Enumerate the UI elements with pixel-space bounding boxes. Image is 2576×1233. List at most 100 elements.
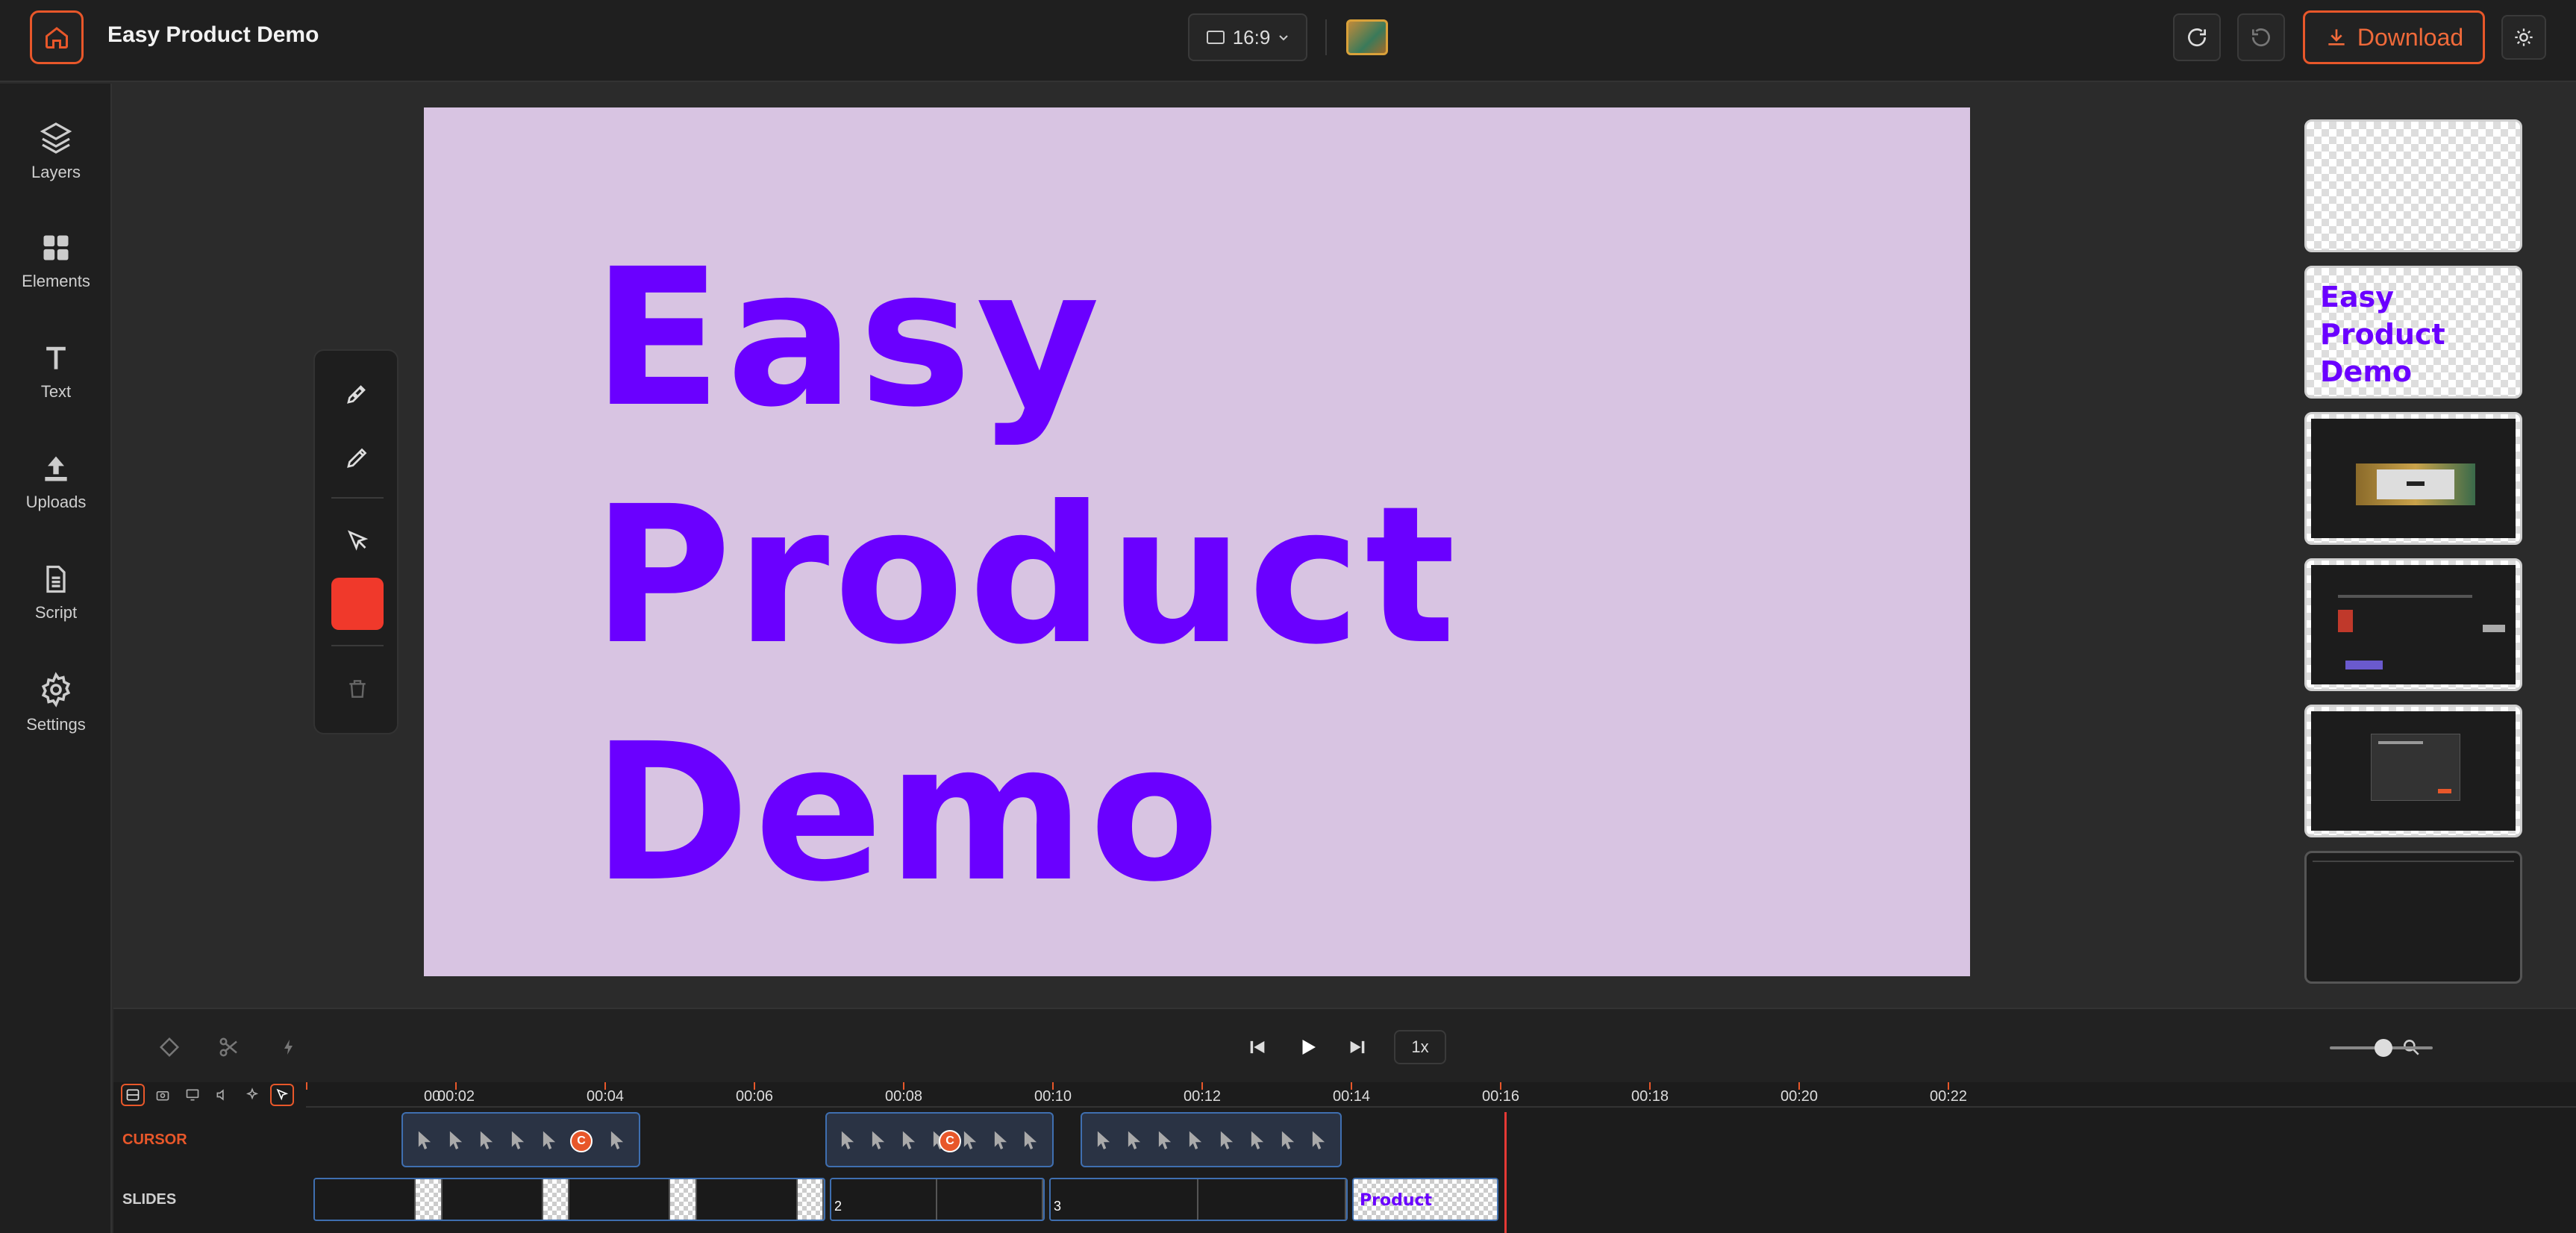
split-button[interactable] [210,1028,248,1066]
sidebar-item-elements[interactable]: Elements [0,216,112,306]
cursor-clip[interactable]: C [401,1112,640,1167]
select-tool-button[interactable] [331,515,384,567]
clip-frame [1198,1179,1346,1220]
pen-tool-button[interactable] [331,367,384,419]
track-label-cursor: CURSOR [122,1131,187,1148]
layers-icon [40,122,72,154]
delete-tool-button[interactable] [331,663,384,715]
play-icon [1302,1040,1316,1055]
sidebar-item-settings[interactable]: Settings [0,658,112,748]
slide-thumbnail-4[interactable] [2304,558,2522,691]
cursor-arrow-icon [1128,1131,1140,1149]
background-swatch[interactable] [1346,19,1388,55]
pencil-tool-button[interactable] [331,431,384,484]
screen-toggle[interactable] [181,1084,204,1106]
home-button[interactable] [30,10,84,64]
tick-mark [455,1082,457,1090]
cursor-arrow-icon [1282,1131,1295,1149]
chevron-down-icon [1279,35,1289,41]
slide-thumbnail-2[interactable]: Easy Product Demo [2304,266,2522,399]
tick-label: 00:04 [587,1088,625,1105]
clip-frame [937,1179,1043,1220]
drawing-toolbar [313,349,398,734]
pencil-icon [347,448,367,468]
playback-speed-button[interactable]: 1x [1394,1030,1446,1064]
slide-thumbnail-1[interactable] [2304,119,2522,252]
thumbnail-screenshot [2311,419,2516,538]
cursor-arrow-icon [610,1131,624,1149]
cursor-arrow-icon [511,1131,525,1149]
slide-thumbnail-3[interactable] [2304,412,2522,545]
slide-clip-2[interactable]: 2 [830,1178,1045,1221]
layout-icon [126,1089,140,1101]
sidebar-label-elements: Elements [22,272,90,290]
timeline-ruler[interactable]: 00 00:02 00:04 00:06 00:08 00:10 00:12 0… [306,1082,2576,1108]
magic-button[interactable] [270,1028,307,1066]
download-button[interactable]: Download [2303,10,2485,64]
skip-back-icon [1250,1040,1265,1054]
sidebar-label-text: Text [40,382,72,401]
playhead[interactable] [1504,1112,1507,1233]
cursor-arrow-icon [1159,1131,1172,1149]
click-marker[interactable]: C [939,1130,961,1152]
play-button[interactable] [1289,1028,1327,1066]
slide-clip-3[interactable]: 3 [1049,1178,1348,1221]
tick-label: 00:22 [1930,1088,1968,1105]
layout-toggle[interactable] [121,1084,145,1106]
sidebar-item-uploads[interactable]: Uploads [0,437,112,527]
cursor-toggle[interactable] [270,1084,294,1106]
effects-toggle[interactable] [240,1084,264,1106]
click-marker[interactable]: C [570,1130,593,1152]
thumbnail-title: Easy Product Demo [2320,278,2445,390]
cursor-clip[interactable]: C [825,1112,1054,1167]
headline-text[interactable]: Easy Product Demo [593,219,1460,931]
project-title[interactable]: Easy Product Demo [107,22,319,48]
camera-toggle[interactable] [151,1084,175,1106]
cursor-arrow-icon [1097,1131,1110,1149]
camera-icon [156,1091,169,1101]
tick-mark [1201,1082,1203,1090]
clip-preview-text: Product [1360,1191,1433,1210]
redo-button[interactable] [2237,13,2285,61]
cursor-arrow-icon [963,1131,976,1149]
slide-clip-4[interactable]: Product [1352,1178,1498,1221]
tick-mark [604,1082,606,1090]
headline-line-3: Demo [593,702,1225,923]
grid-icon [43,235,69,260]
skip-back-button[interactable] [1239,1028,1276,1066]
keyframe-button[interactable] [151,1028,188,1066]
slide-canvas[interactable]: Easy Product Demo [424,107,1970,976]
cursor-select-icon [347,530,369,551]
undo-button[interactable] [2173,13,2221,61]
tick-mark [1052,1082,1054,1090]
tick-mark [306,1082,307,1090]
sidebar-item-layers[interactable]: Layers [0,106,112,196]
aspect-ratio-value: 16:9 [1232,25,1271,49]
tick-mark [903,1082,904,1090]
slide-thumbnail-5[interactable] [2304,705,2522,837]
slide-clip-1[interactable] [313,1178,825,1221]
cursor-clip[interactable] [1081,1112,1342,1167]
redo-icon [2251,28,2270,47]
clip-frame [696,1179,798,1220]
sidebar-label-script: Script [34,603,78,622]
toolbar-separator [331,497,384,499]
color-picker-button[interactable] [331,578,384,630]
clip-frame [797,1179,824,1220]
skip-forward-button[interactable] [1339,1028,1376,1066]
timeline-track-toggles [121,1082,307,1108]
clip-frame [543,1179,569,1220]
cursor-arrows [1082,1114,1340,1166]
thumbnail-screenshot [2311,565,2516,684]
tick-mark [1798,1082,1800,1090]
aspect-ratio-select[interactable]: 16:9 [1188,13,1307,61]
sidebar-item-script[interactable]: Script [0,548,112,637]
tick-mark [1500,1082,1501,1090]
audio-toggle[interactable] [210,1084,234,1106]
zoom-slider-handle[interactable] [2375,1039,2392,1057]
sidebar-item-text[interactable]: Text [0,327,112,416]
gear-icon [41,672,71,708]
theme-toggle-button[interactable] [2501,15,2546,60]
cursor-arrow-icon [481,1131,493,1149]
slide-thumbnail-6[interactable] [2304,851,2522,984]
